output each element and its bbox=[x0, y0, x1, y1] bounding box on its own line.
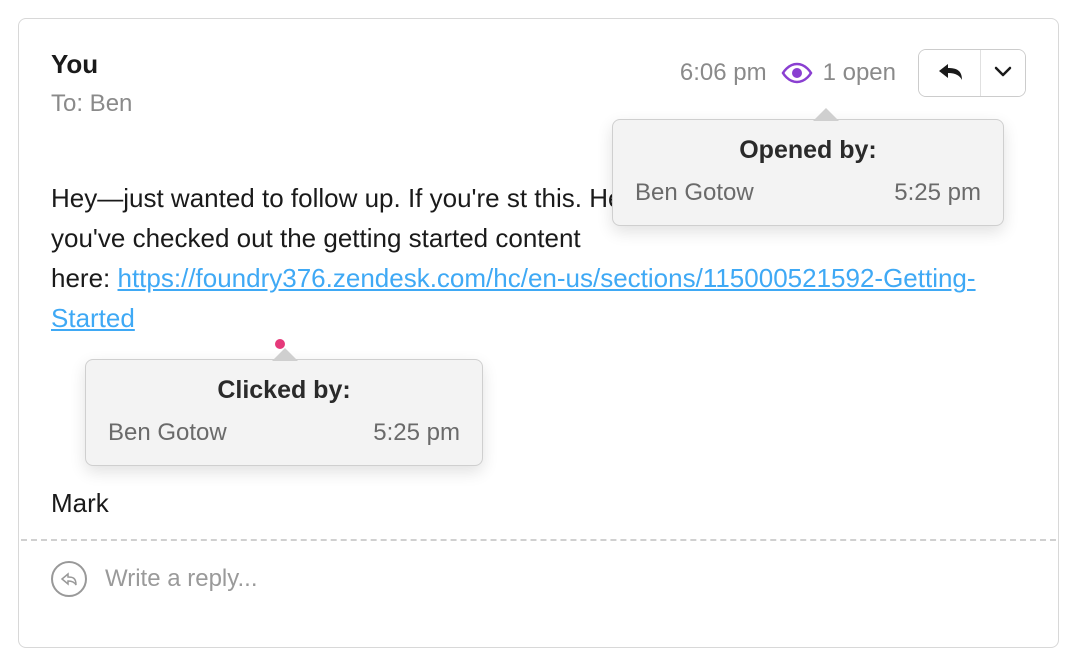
clicked-by-name: Ben Gotow bbox=[108, 419, 227, 447]
header-meta: 6:06 pm 1 open bbox=[680, 49, 1026, 97]
more-actions-button[interactable] bbox=[981, 50, 1025, 96]
open-count-label: 1 open bbox=[823, 59, 896, 87]
action-button-group bbox=[918, 49, 1026, 97]
clicked-by-time: 5:25 pm bbox=[373, 419, 460, 447]
sender-name: You bbox=[51, 49, 132, 80]
reply-area[interactable]: Write a reply... bbox=[19, 541, 1058, 617]
sender-block: You To: Ben bbox=[51, 49, 132, 118]
opened-by-time: 5:25 pm bbox=[894, 179, 981, 207]
clicked-by-row: Ben Gotow 5:25 pm bbox=[108, 419, 460, 447]
email-header: You To: Ben 6:06 pm 1 open bbox=[19, 19, 1058, 118]
open-tracking[interactable]: 1 open bbox=[781, 59, 896, 87]
reply-arrow-icon bbox=[936, 60, 964, 87]
opened-by-title: Opened by: bbox=[635, 136, 981, 165]
chevron-down-icon bbox=[994, 64, 1012, 82]
email-card: You To: Ben 6:06 pm 1 open bbox=[18, 18, 1059, 648]
reply-placeholder: Write a reply... bbox=[105, 565, 257, 593]
sent-time: 6:06 pm bbox=[680, 59, 767, 87]
clicked-by-popover: Clicked by: Ben Gotow 5:25 pm bbox=[85, 359, 483, 466]
recipient-line: To: Ben bbox=[51, 90, 132, 118]
opened-by-row: Ben Gotow 5:25 pm bbox=[635, 179, 981, 207]
signature: Mark bbox=[19, 458, 1058, 519]
opened-by-name: Ben Gotow bbox=[635, 179, 754, 207]
opened-by-popover: Opened by: Ben Gotow 5:25 pm bbox=[612, 119, 1004, 226]
eye-icon bbox=[781, 62, 813, 84]
reply-circle-icon bbox=[51, 561, 87, 597]
clicked-by-title: Clicked by: bbox=[108, 376, 460, 405]
reply-button[interactable] bbox=[919, 50, 981, 96]
tracked-link[interactable]: https://foundry376.zendesk.com/hc/en-us/… bbox=[51, 263, 976, 333]
